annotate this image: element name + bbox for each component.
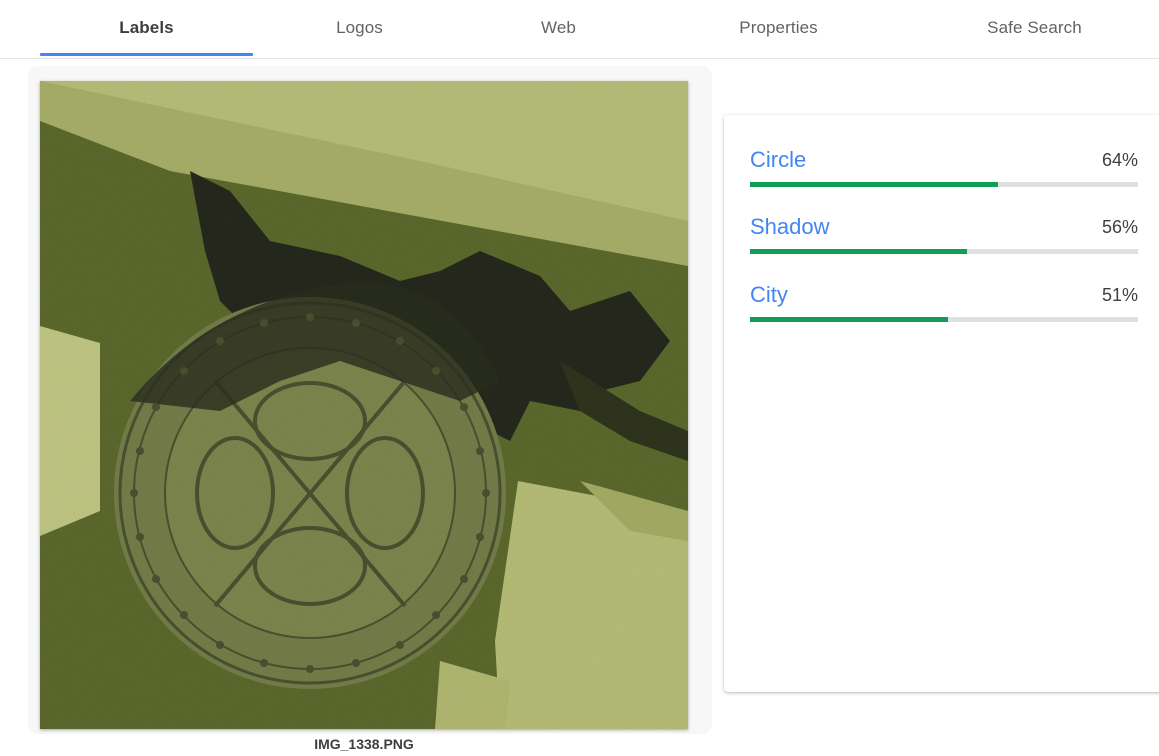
label-score: 56% [1101, 217, 1138, 237]
results-tab-bar: Labels Logos Web Properties Safe Search [0, 0, 1159, 59]
tab-safe-search[interactable]: Safe Search [928, 0, 1141, 56]
label-score: 51% [1101, 285, 1138, 305]
vision-results-page: Labels Logos Web Properties Safe Search [0, 0, 1159, 756]
score-bar-track [750, 317, 1138, 322]
active-tab-indicator [40, 53, 253, 56]
tab-labels[interactable]: Labels [40, 0, 253, 56]
label-name[interactable]: City [750, 282, 788, 308]
label-name[interactable]: Shadow [750, 214, 830, 240]
labels-results-panel: Circle 64% Shadow 56% City 51% [724, 115, 1159, 692]
score-bar-track [750, 249, 1138, 254]
manhole-cover-photo [40, 81, 688, 729]
tab-properties[interactable]: Properties [672, 0, 885, 56]
image-filename: IMG_1338.PNG [314, 736, 414, 752]
score-bar-fill [750, 182, 999, 187]
label-row-city: City 51% [750, 282, 1138, 326]
score-bar-track [750, 182, 1138, 187]
label-row-shadow: Shadow 56% [750, 214, 1138, 258]
label-row-circle: Circle 64% [750, 147, 1138, 191]
tab-logos[interactable]: Logos [253, 0, 466, 56]
tab-web[interactable]: Web [452, 0, 665, 56]
score-bar-fill [750, 317, 948, 322]
label-score: 64% [1101, 150, 1138, 170]
uploaded-image-preview [40, 81, 688, 729]
label-name[interactable]: Circle [750, 147, 806, 173]
score-bar-fill [750, 249, 968, 254]
